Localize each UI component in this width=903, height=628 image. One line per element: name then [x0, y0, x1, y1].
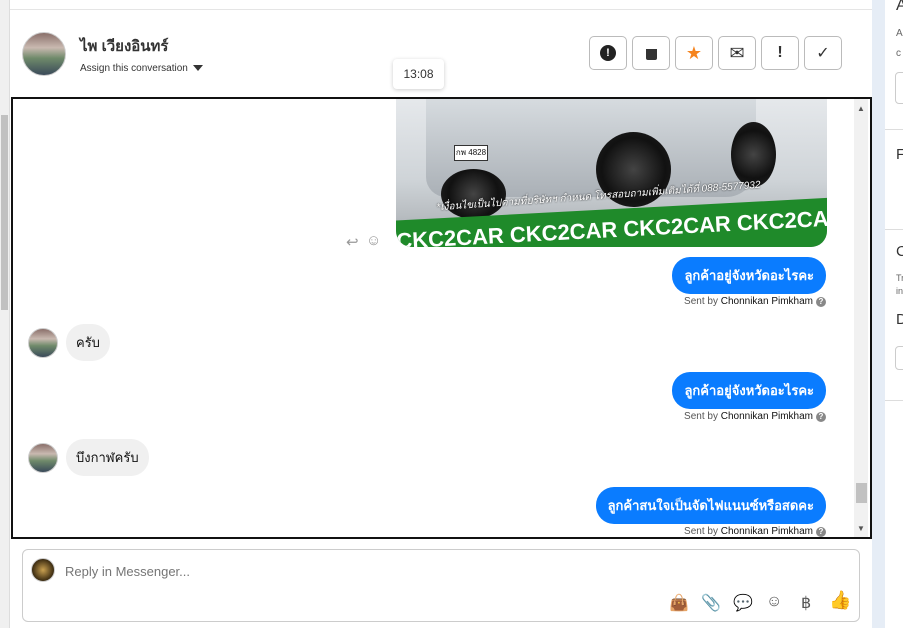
help-icon[interactable]: ? [816, 297, 826, 307]
thumbs-up-icon[interactable]: 👍 [829, 590, 851, 611]
star-icon: ★ [685, 42, 703, 63]
emoji-icon[interactable]: ☺ [766, 593, 782, 611]
exclamation-icon: ! [777, 44, 783, 61]
assign-label: Assign this conversation [80, 63, 188, 74]
sent-by-label: Sent by Chonnikan Pimkham? [684, 526, 826, 537]
reply-composer[interactable]: 👜 📎 💬 ☺ ฿ 👍 [22, 549, 860, 622]
timestamp-tooltip: 13:08 [393, 59, 444, 89]
help-icon[interactable]: ? [816, 412, 826, 422]
scrollbar-thumb[interactable] [856, 483, 867, 503]
check-icon: ✓ [816, 45, 830, 62]
contact-avatar-small [28, 328, 58, 358]
panel-heading: A [896, 0, 903, 14]
contact-name: ไพ เวียงอินทร์ [80, 38, 169, 55]
message-thread: กพ 4828 *เงื่อนไขเป็นไปตามที่บริษัทฯ กำห… [11, 97, 872, 539]
divider [10, 9, 872, 10]
emoji-react-icon[interactable]: ☺ [366, 232, 381, 249]
shopping-bag-icon[interactable]: 👜 [669, 593, 689, 613]
spam-button[interactable]: ! [589, 36, 627, 70]
caret-down-icon [192, 65, 203, 72]
panel-heading: F [896, 146, 903, 163]
panel-text: A [896, 28, 903, 39]
sent-by-label: Sent by Chonnikan Pimkham? [684, 411, 826, 422]
contact-avatar-small [28, 443, 58, 473]
panel-text: in [896, 286, 903, 296]
message-bubble-out: ลูกค้าอยู่จังหวัดอะไรคะ [672, 257, 826, 294]
car-image-attachment[interactable]: กพ 4828 *เงื่อนไขเป็นไปตามที่บริษัทฯ กำห… [396, 99, 827, 247]
reply-input[interactable] [65, 560, 765, 582]
panel-dropdown[interactable] [895, 346, 903, 370]
paperclip-icon[interactable]: 📎 [701, 593, 721, 613]
page-avatar [31, 558, 55, 582]
right-panel: A A c F C Tr in D [885, 0, 903, 628]
panel-gutter [872, 0, 885, 628]
alert-circle-icon: ! [600, 45, 616, 61]
panel-text: Tr [896, 273, 903, 283]
delete-button[interactable] [632, 36, 670, 70]
message-bubble-out: ลูกค้าสนใจเป็นจัดไฟแนนซ์หรือสดคะ [595, 487, 826, 524]
panel-heading: C [896, 243, 903, 260]
message-bubble-out: ลูกค้าอยู่จังหวัดอะไรคะ [672, 372, 826, 409]
thread-scrollbar[interactable]: ▲ ▼ [854, 99, 868, 537]
assign-conversation-dropdown[interactable]: Assign this conversation [80, 63, 203, 74]
trash-icon [645, 46, 657, 60]
left-scrollbar-thumb[interactable] [1, 115, 8, 310]
star-button[interactable]: ★ [675, 36, 713, 70]
scroll-up-arrow[interactable]: ▲ [857, 104, 865, 113]
panel-text: c [896, 48, 901, 59]
message-bubble-in: บึงกาฬครับ [66, 439, 149, 476]
message-bubble-in: ครับ [66, 324, 110, 361]
done-button[interactable]: ✓ [804, 36, 842, 70]
reply-icon[interactable]: ↩ [346, 233, 359, 251]
sent-by-label: Sent by Chonnikan Pimkham? [684, 296, 826, 307]
scroll-down-arrow[interactable]: ▼ [857, 524, 865, 533]
follow-up-button[interactable]: ! [761, 36, 799, 70]
panel-input[interactable] [895, 72, 903, 104]
envelope-icon: ✉ [729, 42, 745, 63]
panel-heading: D [896, 311, 903, 328]
saved-reply-icon[interactable]: 💬 [733, 593, 753, 613]
baht-payment-icon[interactable]: ฿ [801, 593, 811, 613]
help-icon[interactable]: ? [816, 527, 826, 537]
left-scrollbar[interactable] [0, 0, 10, 628]
license-plate: กพ 4828 [454, 145, 488, 161]
contact-avatar[interactable] [22, 32, 66, 76]
mark-unread-button[interactable]: ✉ [718, 36, 756, 70]
